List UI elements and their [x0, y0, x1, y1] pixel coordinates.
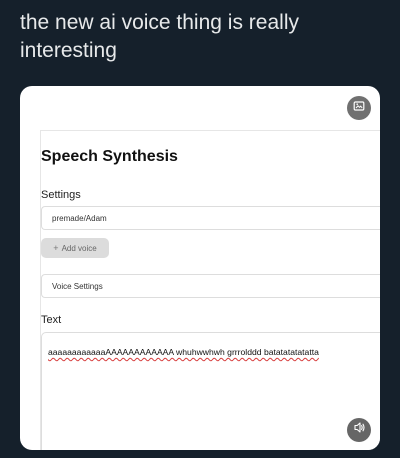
alt-text-badge-icon [352, 99, 366, 118]
header-divider [40, 130, 380, 131]
add-voice-label: Add voice [61, 243, 97, 253]
add-voice-button[interactable]: + Add voice [41, 238, 109, 258]
voice-select-value: premade/Adam [52, 213, 107, 223]
text-input-value: aaaaaaaaaaaaAAAAAAAAAAAA whuhwwhwh grrro… [48, 347, 319, 357]
volume-icon [352, 420, 367, 440]
voice-select[interactable]: premade/Adam [41, 206, 380, 230]
plus-icon: + [53, 243, 59, 253]
alt-text-button[interactable] [347, 96, 371, 120]
voice-settings-toggle[interactable]: Voice Settings [41, 274, 380, 298]
volume-button[interactable] [347, 418, 371, 442]
tweet-text: the new ai voice thing is really interes… [20, 11, 299, 62]
page-title: Speech Synthesis [41, 148, 178, 165]
voice-settings-label: Voice Settings [52, 281, 103, 291]
text-label: Text [41, 314, 62, 326]
media-card[interactable]: Speech Synthesis Settings premade/Adam +… [20, 86, 380, 450]
settings-label: Settings [41, 189, 81, 201]
text-input[interactable]: aaaaaaaaaaaaAAAAAAAAAAAA whuhwwhwh grrro… [41, 332, 380, 450]
